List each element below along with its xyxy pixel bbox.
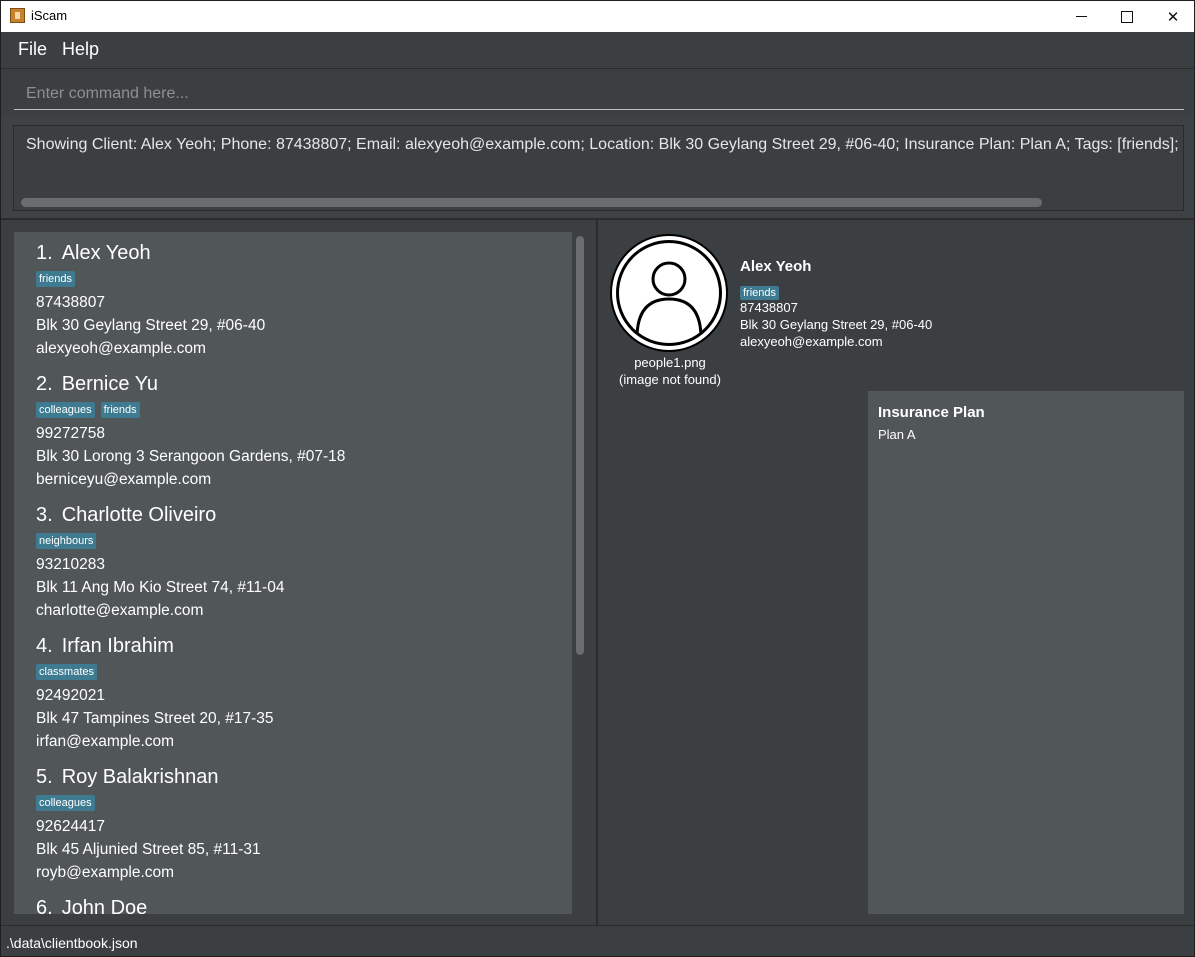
client-phone: 99272758: [36, 425, 105, 442]
menu-help[interactable]: Help: [62, 39, 99, 60]
client-tags: classmates: [36, 660, 556, 684]
client-phone: 87438807: [36, 294, 105, 311]
tag: neighbours: [36, 533, 97, 549]
client-email: irfan@example.com: [36, 733, 175, 750]
client-email: royb@example.com: [36, 864, 175, 881]
client-email: charlotte@example.com: [36, 602, 204, 619]
client-tags: colleagues: [36, 791, 556, 815]
client-index: 3.: [36, 504, 53, 526]
client-list-panel: 1. Alex Yeoh friends 87438807 Blk 30 Geyl…: [1, 220, 598, 925]
tag: friends: [100, 402, 140, 418]
client-index: 2.: [36, 373, 53, 395]
image-status: (image not found): [619, 372, 721, 387]
client-name-row: 2. Bernice Yu: [36, 370, 556, 398]
client-name-row: 6. John Doe: [36, 894, 556, 914]
image-filename: people1.png: [634, 355, 706, 370]
client-name: Charlotte Oliveiro: [61, 504, 217, 526]
detail-tags: friends: [740, 281, 780, 300]
app-window: iScam ✕ File Help Showing Client: Alex Y…: [0, 0, 1195, 957]
client-tags: friends: [36, 267, 556, 291]
client-name-row: 5. Roy Balakrishnan: [36, 763, 556, 791]
client-index: 5.: [36, 766, 53, 788]
client-index: 6.: [36, 897, 53, 914]
tag: colleagues: [36, 402, 95, 418]
minimize-icon: [1075, 16, 1087, 17]
detail-name: Alex Yeoh: [740, 258, 812, 275]
close-button[interactable]: ✕: [1150, 1, 1194, 32]
close-icon: ✕: [1166, 7, 1180, 26]
detail-address: Blk 30 Geylang Street 29, #06-40: [740, 317, 933, 332]
client-phone: 93210283: [36, 556, 105, 573]
window-title: iScam: [31, 8, 68, 23]
client-address: Blk 11 Ang Mo Kio Street 74, #11-04: [36, 579, 285, 596]
menu-bar: File Help: [1, 32, 1194, 69]
command-box: [1, 69, 1194, 117]
tag: friends: [36, 271, 76, 287]
command-input[interactable]: [14, 78, 1184, 110]
client-card[interactable]: 5. Roy Balakrishnan colleagues 92624417 B…: [36, 763, 556, 884]
result-text: Showing Client: Alex Yeoh; Phone: 874388…: [26, 136, 1179, 153]
client-name: Roy Balakrishnan: [61, 766, 219, 788]
client-tags: colleagues friends: [36, 398, 556, 422]
client-name: Irfan Ibrahim: [61, 635, 174, 657]
tag: classmates: [36, 664, 98, 680]
client-list-vertical-scrollbar[interactable]: [576, 236, 584, 655]
result-horizontal-scrollbar[interactable]: [21, 198, 1042, 207]
tag: friends: [740, 286, 780, 300]
insurance-plan-box: Insurance Plan Plan A: [868, 391, 1184, 914]
minimize-button[interactable]: [1058, 1, 1104, 32]
status-bar: .\data\clientbook.json: [1, 925, 1194, 956]
client-name: Alex Yeoh: [61, 242, 151, 264]
detail-phone: 87438807: [740, 300, 798, 315]
client-email: alexyeoh@example.com: [36, 340, 206, 357]
client-phone: 92624417: [36, 818, 105, 835]
client-detail-panel: people1.png (image not found) Alex Yeoh …: [598, 220, 1194, 925]
client-address: Blk 30 Lorong 3 Serangoon Gardens, #07-1…: [36, 448, 346, 465]
title-bar[interactable]: iScam ✕: [1, 1, 1194, 32]
client-address: Blk 30 Geylang Street 29, #06-40: [36, 317, 266, 334]
client-name-row: 4. Irfan Ibrahim: [36, 632, 556, 660]
maximize-button[interactable]: [1104, 1, 1150, 32]
client-name-row: 3. Charlotte Oliveiro: [36, 501, 556, 529]
client-phone: 92492021: [36, 687, 105, 704]
client-email: berniceyu@example.com: [36, 471, 212, 488]
client-address: Blk 45 Aljunied Street 85, #11-31: [36, 841, 261, 858]
avatar: [610, 234, 728, 352]
client-list[interactable]: 1. Alex Yeoh friends 87438807 Blk 30 Geyl…: [14, 232, 572, 914]
user-icon: [616, 240, 722, 346]
app-icon: [10, 8, 25, 23]
client-name: John Doe: [61, 897, 148, 914]
client-index: 4.: [36, 635, 53, 657]
client-card[interactable]: 4. Irfan Ibrahim classmates 92492021 Blk …: [36, 632, 556, 753]
insurance-plan-value: Plan A: [878, 427, 916, 442]
client-name-row: 1. Alex Yeoh: [36, 239, 556, 267]
detail-email: alexyeoh@example.com: [740, 334, 883, 349]
client-card[interactable]: 3. Charlotte Oliveiro neighbours 93210283…: [36, 501, 556, 622]
client-address: Blk 47 Tampines Street 20, #17-35: [36, 710, 274, 727]
client-index: 1.: [36, 242, 53, 264]
client-tags: neighbours: [36, 529, 556, 553]
client-card[interactable]: 6. John Doe: [36, 894, 556, 914]
client-card[interactable]: 2. Bernice Yu colleagues friends 99272758…: [36, 370, 556, 491]
result-display[interactable]: Showing Client: Alex Yeoh; Phone: 874388…: [13, 125, 1184, 211]
data-file-path: .\data\clientbook.json: [6, 935, 138, 951]
tag: colleagues: [36, 795, 95, 811]
insurance-plan-title: Insurance Plan: [878, 404, 985, 421]
maximize-icon: [1121, 10, 1133, 23]
client-card[interactable]: 1. Alex Yeoh friends 87438807 Blk 30 Geyl…: [36, 239, 556, 360]
menu-file[interactable]: File: [18, 39, 47, 60]
client-name: Bernice Yu: [61, 373, 159, 395]
